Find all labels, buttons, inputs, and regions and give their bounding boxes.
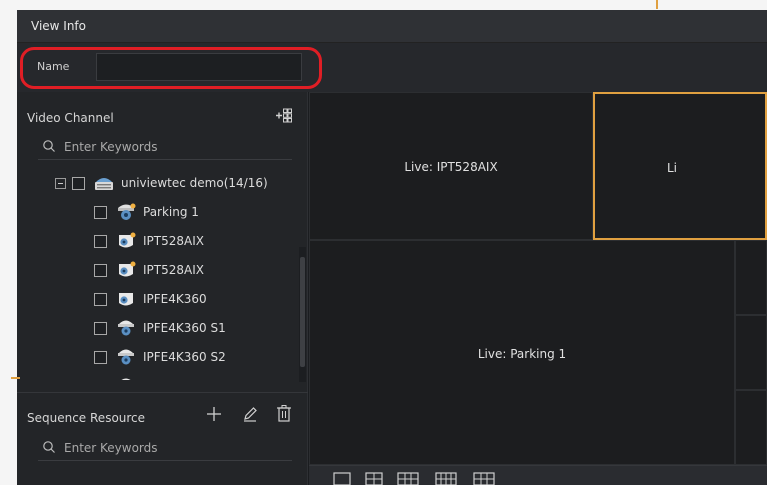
tree-item[interactable]: Parking 1	[94, 199, 199, 225]
layout-4-icon[interactable]	[365, 472, 383, 485]
tree-item[interactable]: IPT528AIX	[94, 228, 204, 254]
scrollbar-thumb[interactable]	[300, 257, 305, 367]
tree-item-checkbox[interactable]	[94, 292, 107, 306]
layout-1-icon[interactable]	[333, 472, 351, 485]
tree-item-label: IPFE4K360 S2	[143, 350, 226, 364]
name-bar: Name	[17, 43, 767, 92]
sequence-resource-header: Sequence Resource	[17, 402, 308, 432]
tree-item-checkbox[interactable]	[94, 321, 107, 335]
layout-toolbar	[309, 465, 767, 485]
collapse-toggle[interactable]	[55, 177, 66, 189]
ptz-camera-icon	[119, 261, 136, 277]
tree-item[interactable]: IPFE4K360 S2	[94, 344, 226, 370]
video-channel-header: Video Channel	[17, 102, 308, 132]
window-title: View Info	[31, 19, 87, 33]
background-mark	[11, 377, 20, 379]
tree-scrollbar[interactable]	[299, 247, 306, 382]
sidebar: Video Channel Enter Keywords univiewtec …	[17, 92, 308, 485]
tree-item[interactable]: IPT528AIX	[94, 257, 204, 283]
tree-item-checkbox[interactable]	[94, 205, 107, 219]
channel-tree: univiewtec demo(14/16) Parking 1 IPT528A…	[17, 170, 300, 380]
dome-camera-icon	[118, 320, 134, 336]
tree-root-checkbox[interactable]	[72, 176, 85, 190]
search-icon	[43, 140, 55, 152]
ptz-camera-icon	[119, 293, 133, 306]
tree-item-label: IPFE4K360 S1	[143, 321, 226, 335]
sequence-resource-title: Sequence Resource	[27, 411, 146, 425]
dome-camera-icon	[118, 349, 134, 365]
background-mark	[656, 0, 658, 9]
video-cell[interactable]	[735, 390, 767, 465]
name-label: Name	[37, 60, 70, 73]
tree-item-label: IPT528AIX	[143, 234, 204, 248]
section-divider	[17, 392, 308, 393]
search-icon	[43, 441, 55, 453]
tree-item-label: Parking 1	[143, 205, 199, 219]
video-cell-label: Li	[667, 161, 678, 175]
title-bar: View Info	[17, 10, 767, 43]
sequence-resource-search[interactable]	[38, 435, 292, 461]
dome-camera-icon	[121, 378, 131, 380]
video-cell-active[interactable]: Li	[593, 92, 767, 240]
ptz-camera-icon	[119, 232, 136, 248]
layout-6-icon[interactable]	[397, 472, 419, 485]
video-cell-label: Live: Parking 1	[477, 347, 567, 361]
tree-item[interactable]: IPFE4K360	[94, 286, 207, 312]
tree-item-checkbox[interactable]	[94, 379, 107, 380]
fisheye-camera-icon	[118, 203, 136, 220]
sequence-resource-search-input[interactable]	[64, 438, 284, 458]
video-cell-label: Live: IPT528AIX	[404, 160, 498, 174]
layout-8-icon[interactable]	[435, 472, 457, 485]
video-cell[interactable]: Live: IPT528AIX	[309, 92, 593, 240]
tree-item-label: IPT528AIX	[143, 263, 204, 277]
edit-icon[interactable]	[241, 405, 259, 423]
video-channel-title: Video Channel	[27, 111, 114, 125]
video-grid: Live: IPT528AIX Li Live: Parking 1	[309, 92, 767, 465]
app-window: View Info Name Video Channel Enter Keywo…	[17, 10, 767, 485]
tree-item-partial[interactable]	[94, 373, 137, 380]
tree-item-checkbox[interactable]	[94, 234, 107, 248]
tree-item[interactable]: IPFE4K360 S1	[94, 315, 226, 341]
delete-icon[interactable]	[275, 404, 293, 423]
add-to-grid-icon[interactable]	[275, 108, 292, 123]
layout-9-icon[interactable]	[473, 472, 495, 485]
video-channel-search[interactable]	[38, 134, 292, 160]
tree-item-label: IPFE4K360	[143, 292, 207, 306]
name-input[interactable]	[96, 53, 302, 81]
video-cell[interactable]	[735, 240, 767, 315]
video-channel-search-input[interactable]	[64, 137, 284, 157]
video-cell[interactable]	[735, 315, 767, 390]
tree-root-label: univiewtec demo(14/16)	[121, 176, 268, 190]
add-icon[interactable]	[205, 405, 223, 423]
tree-root[interactable]: univiewtec demo(14/16)	[55, 170, 268, 196]
tree-item-checkbox[interactable]	[94, 350, 107, 364]
tree-item-checkbox[interactable]	[94, 263, 107, 277]
nvr-device-icon	[95, 178, 113, 190]
video-cell[interactable]: Live: Parking 1	[309, 240, 735, 465]
